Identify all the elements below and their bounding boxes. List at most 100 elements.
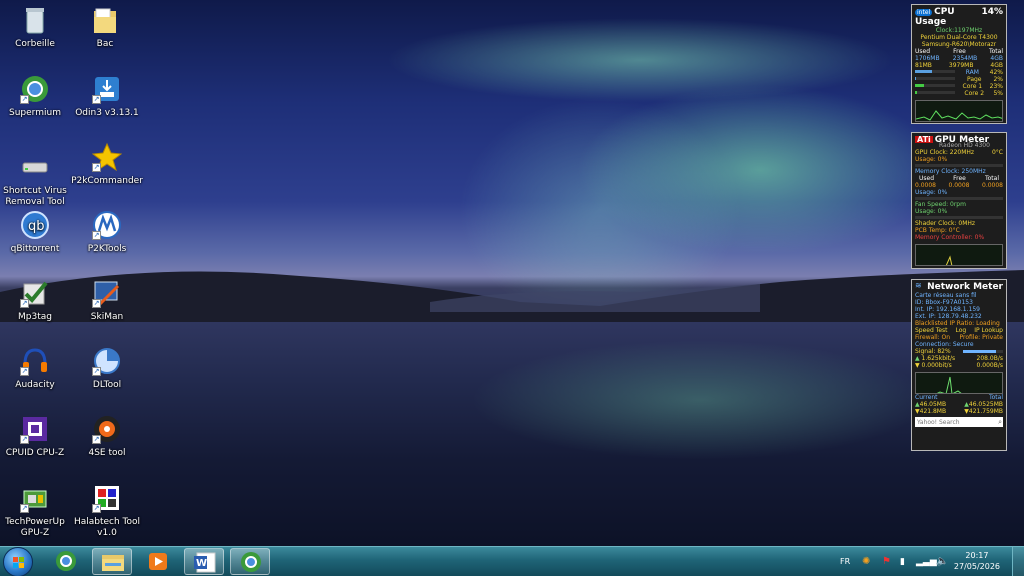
net-totals-down: ▼421.8MB ▼421.759MB xyxy=(915,408,1003,415)
network-meter-gadget[interactable]: ≋ Network Meter Carte réseau sans fil ID… xyxy=(911,279,1007,451)
net-download-row: ▼ 0.000bit/s 0.000B/s xyxy=(915,362,1003,369)
system-clock[interactable]: 20:17 27/05/2026 xyxy=(954,550,1000,572)
taskbar-word[interactable]: W xyxy=(184,548,224,575)
cpu-device: Samsung-R620\Motorazr xyxy=(921,41,997,48)
desktop-icon-skiman[interactable]: ↗ SkiMan xyxy=(67,278,147,323)
desktop-icon-audacity[interactable]: ↗ Audacity xyxy=(0,346,75,391)
page-used: 81MB xyxy=(915,62,932,69)
header-used: Used xyxy=(919,175,935,182)
log-link[interactable]: Log xyxy=(956,327,967,334)
ram-free: 2354MB xyxy=(952,55,978,62)
net-id: ID: Bbox-F97A0153 xyxy=(915,299,973,306)
page-free: 3979MB xyxy=(948,62,974,69)
action-center-icon[interactable]: ⚑ xyxy=(882,547,891,576)
volume-icon[interactable]: 🔈 xyxy=(936,547,948,576)
meter-label: Core 1 xyxy=(962,83,983,90)
skiman-icon: ↗ xyxy=(92,278,122,308)
desktop-icon-halabtech[interactable]: ↗ Halabtech Tool v1.0 xyxy=(67,483,147,539)
gpu-temp: 0°C xyxy=(991,149,1003,156)
desktop-icon-mp3tag[interactable]: ↗ Mp3tag xyxy=(0,278,75,323)
cpu-total-percent: 14% xyxy=(981,7,1003,17)
power-icon[interactable]: ▮ xyxy=(900,547,905,576)
desktop-icon-corbeille[interactable]: Corbeille xyxy=(0,5,75,50)
mp3tag-icon: ↗ xyxy=(20,278,50,308)
desktop-icon-p2kcommander[interactable]: ↗ P2kCommander xyxy=(67,142,147,187)
gpu-pcb-temp: PCB Temp: 0°C xyxy=(915,227,960,234)
icon-label: qBittorrent xyxy=(10,244,60,254)
icon-label: Bac xyxy=(96,39,114,49)
download-arrow-icon: ▼ xyxy=(915,362,920,369)
gpu-history-graph xyxy=(915,244,1003,266)
page-total: 4GB xyxy=(990,62,1003,69)
meter-core1: Core 1 23% xyxy=(915,83,1003,90)
gpu-meter-gadget[interactable]: ATi GPU Meter Radeon HD 4300 GPU Clock: … xyxy=(911,132,1007,269)
icon-label: Halabtech Tool v1.0 xyxy=(73,517,141,538)
icon-label: 4SE tool xyxy=(88,448,126,458)
net-up-rate: 1.625kbit/s xyxy=(921,355,956,362)
desktop-icon-odin3[interactable]: ↗ Odin3 v3.13.1 xyxy=(67,74,147,119)
meter-label: RAM xyxy=(965,69,979,76)
gpu-mem-clock: Memory Clock: 250MHz xyxy=(915,168,986,175)
cpuz-icon: ↗ xyxy=(20,414,50,444)
total-label: Total xyxy=(988,394,1003,401)
net-gadget-title: Network Meter xyxy=(927,282,1003,292)
cpu-usage-gadget[interactable]: intel CPU Usage 14% Clock:1197MHz Pentiu… xyxy=(911,4,1007,124)
net-connection: Connection: Secure xyxy=(915,341,974,348)
net-adapter: Carte réseau sans fil xyxy=(915,292,977,299)
meter-core2: Core 2 5% xyxy=(915,90,1003,97)
taskbar-media-player[interactable] xyxy=(138,548,178,575)
desktop-icon-cpuid-cpuz[interactable]: ↗ CPUID CPU-Z xyxy=(0,414,75,459)
yahoo-search-box[interactable]: ⌕ xyxy=(915,417,1003,427)
lake-reflection xyxy=(470,340,930,460)
language-indicator[interactable]: FR xyxy=(840,547,850,576)
browser-icon xyxy=(56,551,76,571)
gpu-mem-used: 0.0008 xyxy=(915,182,936,189)
start-button[interactable] xyxy=(3,547,33,576)
cpu-history-graph xyxy=(915,100,1003,122)
desktop-icon-supermium[interactable]: ↗ Supermium xyxy=(0,74,75,119)
icon-label: Audacity xyxy=(15,380,55,390)
header-free: Free xyxy=(953,175,966,182)
desktop-icon-shortcut-virus-removal[interactable]: Shortcut Virus Removal Tool xyxy=(0,152,75,208)
cpu-gadget-header: intel CPU Usage 14% xyxy=(915,7,1003,27)
gpu-mem-free: 0.0008 xyxy=(948,182,970,189)
sync-icon[interactable]: ✺ xyxy=(862,547,870,576)
net-down-bytes: 0.000B/s xyxy=(976,362,1003,369)
desktop-icon-gpuz[interactable]: ↗ TechPowerUp GPU-Z xyxy=(0,483,75,539)
desktop-icon-p2ktools[interactable]: ↗ P2KTools xyxy=(67,210,147,255)
speed-test-link[interactable]: Speed Test xyxy=(915,327,948,334)
net-down-rate: 0.000bit/s xyxy=(921,362,952,369)
shortcut-arrow-icon: ↗ xyxy=(92,95,101,104)
taskbar-browser-2[interactable] xyxy=(230,548,270,575)
explorer-icon xyxy=(102,555,124,571)
ip-lookup-link[interactable]: IP Lookup xyxy=(974,327,1003,334)
cpu-meters: RAM 42% Page 2% Core 1 23% Core 2 5% xyxy=(915,69,1003,97)
taskbar-browser[interactable] xyxy=(46,548,86,575)
folder-icon xyxy=(90,5,120,35)
gpu-mem-row: 0.0008 0.0008 0.0008 xyxy=(915,182,1003,189)
shortcut-arrow-icon: ↗ xyxy=(20,504,29,513)
desktop-icon-dltool[interactable]: ↗ DLTool xyxy=(67,346,147,391)
search-icon[interactable]: ⌕ xyxy=(998,417,1002,427)
cpu-mem-headers: Used Free Total xyxy=(915,48,1003,55)
net-upload-row: ▲ 1.625kbit/s 208.0B/s xyxy=(915,355,1003,362)
yahoo-search-input[interactable] xyxy=(915,417,995,427)
word-icon: W xyxy=(194,552,216,573)
icon-label: P2kCommander xyxy=(71,176,143,186)
audacity-icon: ↗ xyxy=(20,346,50,376)
net-firewall-row: Firewall: On Profile: Private xyxy=(915,334,1003,341)
desktop-icon-4se-tool[interactable]: ↗ 4SE tool xyxy=(67,414,147,459)
cpu-mem-row-1: 1706MB 2354MB 4GB xyxy=(915,55,1003,62)
network-signal-icon[interactable]: ▂▃▅ xyxy=(916,547,937,576)
desktop-icon-bac[interactable]: Bac xyxy=(65,5,145,50)
star-icon: ↗ xyxy=(91,142,123,172)
shortcut-arrow-icon: ↗ xyxy=(20,299,29,308)
taskbar-explorer[interactable] xyxy=(92,548,132,575)
icon-label: Mp3tag xyxy=(18,312,52,322)
meter-value: 2% xyxy=(993,76,1003,83)
show-desktop-button[interactable] xyxy=(1012,547,1024,576)
desktop-icon-qbittorrent[interactable]: qb qBittorrent xyxy=(0,210,75,255)
icon-label: Odin3 v3.13.1 xyxy=(75,108,139,118)
meter-label: Core 2 xyxy=(964,90,985,97)
gpu-mem-total: 0.0008 xyxy=(982,182,1003,189)
